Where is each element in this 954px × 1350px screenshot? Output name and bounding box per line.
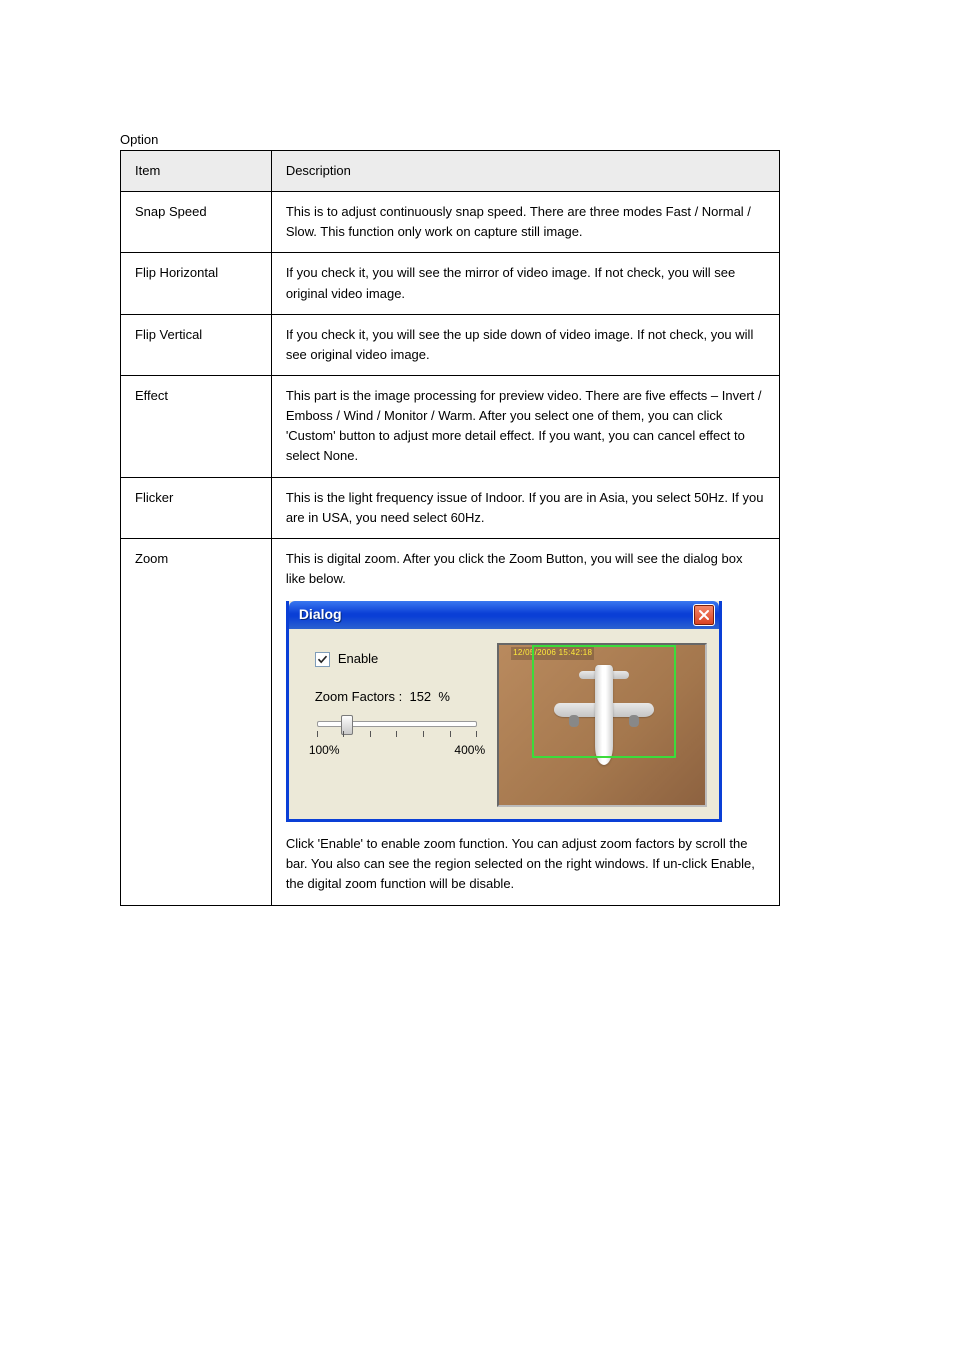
row-item: Snap Speed — [121, 192, 272, 253]
table-row: Snap Speed This is to adjust continuousl… — [121, 192, 780, 253]
dialog-title-text: Dialog — [299, 604, 342, 626]
zoom-desc-bottom: Click 'Enable' to enable zoom function. … — [286, 834, 765, 894]
dialog-titlebar[interactable]: Dialog — [289, 601, 719, 629]
row-item: Zoom — [121, 538, 272, 905]
table-row: Flip Horizontal If you check it, you wil… — [121, 253, 780, 314]
options-table: Item Description Snap Speed This is to a… — [120, 150, 780, 906]
zoom-desc-top: This is digital zoom. After you click th… — [286, 549, 765, 589]
zoom-factors-label: Zoom Factors : 152 % — [315, 687, 485, 707]
close-icon[interactable] — [693, 604, 715, 626]
focus-rectangle[interactable] — [532, 645, 676, 758]
row-desc: This is the light frequency issue of Ind… — [271, 477, 779, 538]
table-row: Effect This part is the image processing… — [121, 375, 780, 477]
row-desc: This is digital zoom. After you click th… — [271, 538, 779, 905]
slider-min-label: 100% — [309, 741, 340, 760]
zoom-dialog: Dialog — [286, 601, 722, 822]
table-row: Zoom This is digital zoom. After you cli… — [121, 538, 780, 905]
zoom-preview: 12/05/2006 15:42:18 — [497, 643, 707, 807]
row-item: Flip Horizontal — [121, 253, 272, 314]
page-label: Option — [120, 132, 158, 147]
zoom-slider[interactable] — [313, 717, 481, 739]
table-header-desc: Description — [271, 151, 779, 192]
enable-label: Enable — [338, 649, 378, 669]
row-desc: If you check it, you will see the mirror… — [271, 253, 779, 314]
row-desc: This part is the image processing for pr… — [271, 375, 779, 477]
slider-max-label: 400% — [454, 741, 485, 760]
dialog-controls: Enable Zoom Factors : 152 % — [309, 643, 485, 760]
table-header-item: Item — [121, 151, 272, 192]
zoom-value: 152 — [409, 689, 431, 704]
table-row: Flicker This is the light frequency issu… — [121, 477, 780, 538]
checkbox-icon[interactable] — [315, 652, 330, 667]
row-desc: This is to adjust continuously snap spee… — [271, 192, 779, 253]
row-item: Flicker — [121, 477, 272, 538]
row-item: Flip Vertical — [121, 314, 272, 375]
table-row: Flip Vertical If you check it, you will … — [121, 314, 780, 375]
row-desc: If you check it, you will see the up sid… — [271, 314, 779, 375]
enable-checkbox-row[interactable]: Enable — [315, 649, 485, 669]
row-item: Effect — [121, 375, 272, 477]
dialog-body: Enable Zoom Factors : 152 % — [289, 629, 719, 819]
